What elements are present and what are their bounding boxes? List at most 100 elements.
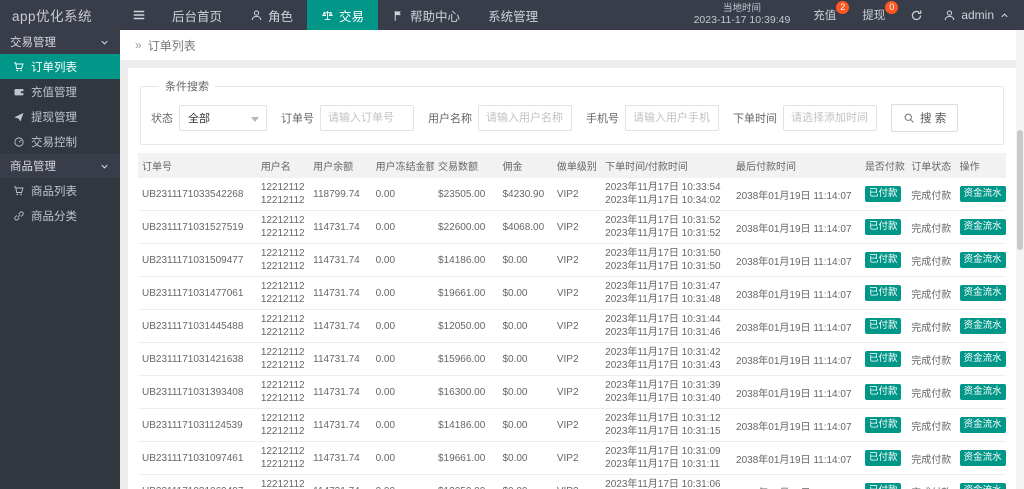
recharge-link[interactable]: 充值 2 [800,0,850,30]
user-name-filter-group: 用户名称 [428,105,572,131]
sidebar-item-trade-control[interactable]: 交易控制 [0,129,120,154]
cell-balance: 114731.74 [309,243,372,277]
paid-status-badge[interactable]: 已付款 [864,219,902,235]
table-row: UB2311171031097461 12212112 12212112 114731… [138,441,1006,475]
cell-order-no: UB2311171031445488 [138,309,257,343]
cell-action: 资金流水 [955,474,1006,489]
cell-commission: $0.00 [498,342,553,376]
chevron-up-icon [999,10,1010,21]
sidebar-item-product-category[interactable]: 商品分类 [0,203,120,228]
cell-action: 资金流水 [955,342,1006,376]
cell-line: 2023年11月17日 10:31:52 [605,228,721,239]
select-caret-icon [251,117,259,122]
fund-flow-button[interactable]: 资金流水 [959,252,1006,268]
cell-line: 12212112 [260,413,305,424]
cell-line: 12212112 [260,426,305,437]
sidebar-item-recharge-management[interactable]: 充值管理 [0,79,120,104]
scales-icon [321,9,334,22]
top-navbar: app优化系统 后台首页 角色 交易 帮助中心 系统管理 当地时间 2023-1… [0,0,1024,30]
fund-flow-button[interactable]: 资金流水 [959,285,1006,301]
order-no-input[interactable] [320,105,414,131]
order-list-card: 条件搜索 状态 全部 订单号 用户名称 [128,68,1016,489]
cell-commission: $0.00 [498,441,553,475]
cell-line: 12212112 [260,195,305,206]
fund-flow-button[interactable]: 资金流水 [959,186,1006,202]
cell-line: 12212112 [260,393,305,404]
order-time-input[interactable] [783,105,877,131]
phone-filter-group: 手机号 [586,105,719,131]
paid-status-badge[interactable]: 已付款 [864,417,902,433]
local-time: 当地时间 2023-11-17 10:39:49 [684,0,801,30]
order-no-filter-group: 订单号 [281,105,414,131]
paid-status-badge[interactable]: 已付款 [864,384,902,400]
vertical-scrollbar-thumb[interactable] [1017,130,1023,250]
cell-level: VIP2 [552,474,602,489]
cell-user-name: 12212112 12212112 [256,178,310,211]
cell-line: 2023年11月17日 10:31:39 [605,380,721,391]
fund-flow-button[interactable]: 资金流水 [959,219,1006,235]
flag-icon [392,9,405,22]
refresh-button[interactable] [898,0,935,30]
cell-user-name: 12212112 12212112 [256,342,310,376]
fund-flow-button[interactable]: 资金流水 [959,351,1006,367]
cell-status: 完成付款 [907,178,956,211]
paid-status-badge[interactable]: 已付款 [864,450,902,466]
fund-flow-button[interactable]: 资金流水 [959,483,1006,489]
sidebar-item-product-list[interactable]: 商品列表 [0,178,120,203]
fund-flow-button[interactable]: 资金流水 [959,417,1006,433]
hamburger-menu-button[interactable] [120,0,158,30]
cell-line: 12212112 [260,261,305,272]
cell-line: 2023年11月17日 10:31:48 [605,294,721,305]
cell-user-name: 12212112 12212112 [256,375,310,409]
paid-status-badge[interactable]: 已付款 [864,351,902,367]
status-select[interactable]: 全部 [179,105,267,131]
breadcrumb-title: 订单列表 [147,38,196,53]
paid-status-badge[interactable]: 已付款 [864,186,902,202]
nav-item-system[interactable]: 系统管理 [474,0,552,30]
cell-last-pay-time: 2038年01月19日 11:14:07 [732,342,861,376]
paid-status-badge[interactable]: 已付款 [864,252,902,268]
cell-action: 资金流水 [955,276,1006,310]
wallet-icon [13,86,25,98]
cell-order-pay-time: 2023年11月17日 10:33:54 2023年11月17日 10:34:02 [601,178,733,211]
cell-paid: 已付款 [860,441,908,475]
column-header-order-no: 订单号 [138,153,257,178]
cell-frozen: 0.00 [371,243,435,277]
cell-line: 2023年11月17日 10:34:02 [605,195,721,206]
orders-table: 订单号 用户名 用户余额 用户冻结金额 交易数额 佣金 做单级别 下单时间/付款时间 最后付款时… [138,153,1006,489]
sidebar-section-product-management[interactable]: 商品管理 [0,154,120,178]
recharge-label: 充值 [813,10,837,22]
paid-status-badge[interactable]: 已付款 [864,318,902,334]
cell-commission: $4068.00 [498,210,553,244]
nav-item-home[interactable]: 后台首页 [158,0,236,30]
fund-flow-button[interactable]: 资金流水 [959,384,1006,400]
nav-item-help[interactable]: 帮助中心 [378,0,474,30]
table-row: UB2311171031421638 12212112 12212112 114731… [138,342,1006,376]
sidebar-item-withdraw-management[interactable]: 提现管理 [0,104,120,129]
cell-status: 完成付款 [907,210,956,244]
sidebar-section-trade-management[interactable]: 交易管理 [0,30,120,54]
table-row: UB2311171031477061 12212112 12212112 114731… [138,276,1006,310]
cell-order-pay-time: 2023年11月17日 10:31:47 2023年11月17日 10:31:48 [601,276,733,310]
paid-status-badge[interactable]: 已付款 [864,483,902,489]
send-icon [13,111,25,123]
cell-frozen: 0.00 [371,178,435,211]
paid-status-badge[interactable]: 已付款 [864,285,902,301]
nav-item-role[interactable]: 角色 [236,0,307,30]
fund-flow-button[interactable]: 资金流水 [959,450,1006,466]
fund-flow-button[interactable]: 资金流水 [959,318,1006,334]
cell-line: 2023年11月17日 10:31:09 [605,446,721,457]
search-button[interactable]: 搜 索 [891,104,959,132]
app-logo: app优化系统 [12,9,93,24]
cell-line: 2023年11月17日 10:31:12 [605,413,721,424]
withdraw-link[interactable]: 提现 0 [849,0,899,30]
sidebar-item-order-list[interactable]: 订单列表 [0,54,120,79]
nav-item-trade[interactable]: 交易 [307,0,379,30]
phone-input[interactable] [625,105,719,131]
cell-line: 2023年11月17日 10:31:50 [605,261,721,272]
cell-action: 资金流水 [955,210,1006,244]
status-select-value: 全部 [188,113,210,125]
cell-status: 完成付款 [907,243,956,277]
user-menu[interactable]: admin [935,0,1024,30]
user-name-input[interactable] [478,105,572,131]
